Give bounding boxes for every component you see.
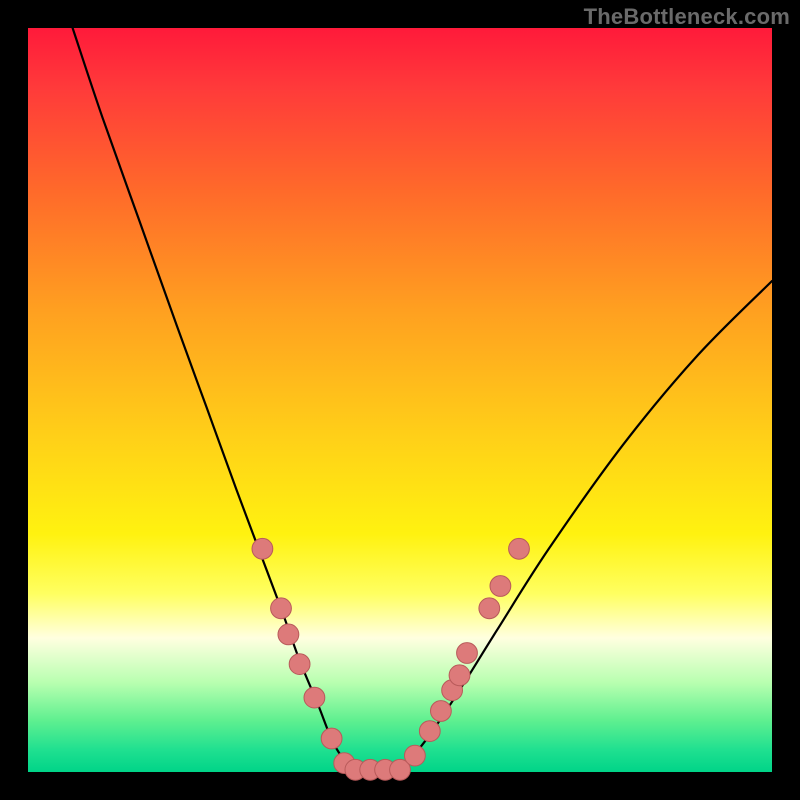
watermark-text: TheBottleneck.com bbox=[584, 4, 790, 30]
bottleneck-curve bbox=[73, 28, 772, 773]
curve-marker bbox=[431, 701, 452, 722]
curve-marker bbox=[405, 745, 426, 766]
curve-marker bbox=[419, 721, 440, 742]
chart-svg bbox=[28, 28, 772, 772]
curve-marker bbox=[321, 728, 342, 749]
curve-marker bbox=[449, 665, 470, 686]
curve-marker bbox=[479, 598, 500, 619]
curve-marker bbox=[271, 598, 292, 619]
curve-marker bbox=[289, 654, 310, 675]
curve-marker bbox=[252, 538, 273, 559]
curve-marker bbox=[490, 576, 511, 597]
curve-marker bbox=[509, 538, 530, 559]
curve-marker bbox=[278, 624, 299, 645]
curve-marker bbox=[457, 643, 478, 664]
marker-group bbox=[252, 538, 529, 780]
curve-marker bbox=[304, 687, 325, 708]
